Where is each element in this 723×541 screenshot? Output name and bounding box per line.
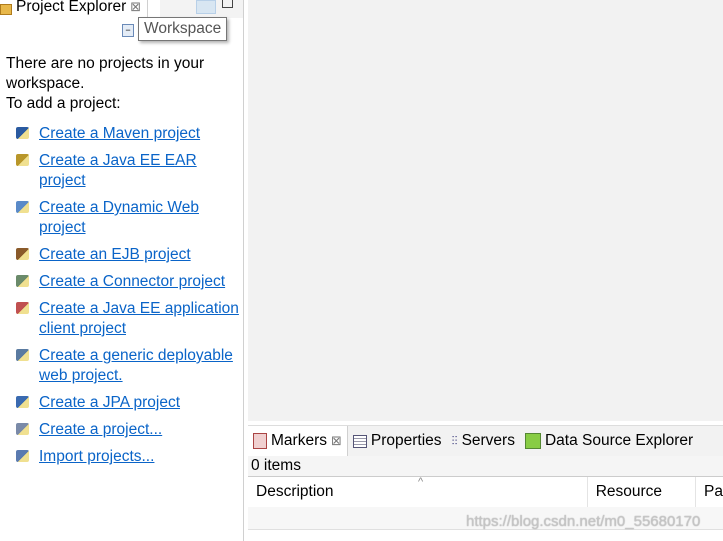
empty-message: There are no projects in your workspace.… [6,55,205,112]
link-item[interactable]: Create an EJB project [14,245,239,265]
minimize-button[interactable] [196,0,216,14]
editor-area [248,0,723,421]
data-source-icon [524,433,541,449]
link-item[interactable]: Import projects... [14,447,239,467]
create-project-link[interactable]: Create a Java EE EAR project [39,151,239,191]
link-item[interactable]: Create a Java EE application client proj… [14,299,239,339]
create-project-link[interactable]: Create a project... [39,420,162,440]
items-count: 0 items [248,456,723,477]
web-project-icon [16,201,29,213]
close-icon[interactable]: ⊠ [331,433,342,449]
generic-web-icon [16,349,29,361]
tab-servers[interactable]: ⫶⫶ Servers [447,426,520,456]
tooltip: Workspace [138,17,228,41]
project-links: Create a Maven project Create a Java EE E… [14,124,239,474]
app-client-icon [16,302,29,314]
create-project-link[interactable]: Create a Connector project [39,272,225,292]
jpa-project-icon [16,396,29,408]
create-project-link[interactable]: Create a Dynamic Web project [39,198,239,238]
folder-icon [0,3,12,15]
link-item[interactable]: Create a JPA project [14,393,239,413]
link-item[interactable]: Create a Dynamic Web project [14,198,239,238]
link-item[interactable]: Create a Connector project [14,272,239,292]
column-resource[interactable]: Resource [588,477,697,507]
ear-project-icon [16,154,29,166]
link-item[interactable]: Create a Maven project [14,124,239,144]
ejb-project-icon [16,248,29,260]
create-project-link[interactable]: Create a Java EE application client proj… [39,299,239,339]
close-icon[interactable]: ⊠ [130,0,141,15]
tab-markers[interactable]: Markers ⊠ [248,426,348,456]
servers-icon: ⫶⫶ [451,433,458,448]
link-item[interactable]: Create a Java EE EAR project [14,151,239,191]
link-item[interactable]: Create a generic deployable web project. [14,346,239,386]
maven-icon [16,127,29,139]
create-project-link[interactable]: Create a Maven project [39,124,200,144]
sort-ascending-icon: ^ [418,476,424,488]
create-project-link[interactable]: Import projects... [39,447,154,467]
table-header: Description ^ Resource Pa [248,476,723,507]
explorer-tabbar: Project Explorer ⊠ [0,0,243,18]
maximize-button[interactable] [222,0,233,8]
connector-project-icon [16,275,29,287]
project-explorer-panel: Project Explorer ⊠ − Workspace There are… [0,0,244,541]
column-path[interactable]: Pa [696,477,723,507]
tab-properties[interactable]: Properties [348,426,447,456]
watermark: https://blog.csdn.net/m0_55680170 [466,513,701,530]
collapse-all-icon[interactable]: − [122,24,134,37]
column-description[interactable]: Description ^ [248,476,588,507]
properties-icon [352,434,367,448]
import-icon [16,450,29,462]
tab-project-explorer[interactable]: Project Explorer ⊠ [0,0,149,17]
create-project-link[interactable]: Create a JPA project [39,393,180,413]
create-project-link[interactable]: Create a generic deployable web project. [39,346,239,386]
create-project-link[interactable]: Create an EJB project [39,245,191,265]
new-project-icon [16,423,29,435]
markers-icon [253,433,267,449]
bottom-tabbar: Markers ⊠ Properties ⫶⫶ Servers Data Sou… [248,425,723,456]
link-item[interactable]: Create a project... [14,420,239,440]
tab-data-source-explorer[interactable]: Data Source Explorer [520,426,698,456]
